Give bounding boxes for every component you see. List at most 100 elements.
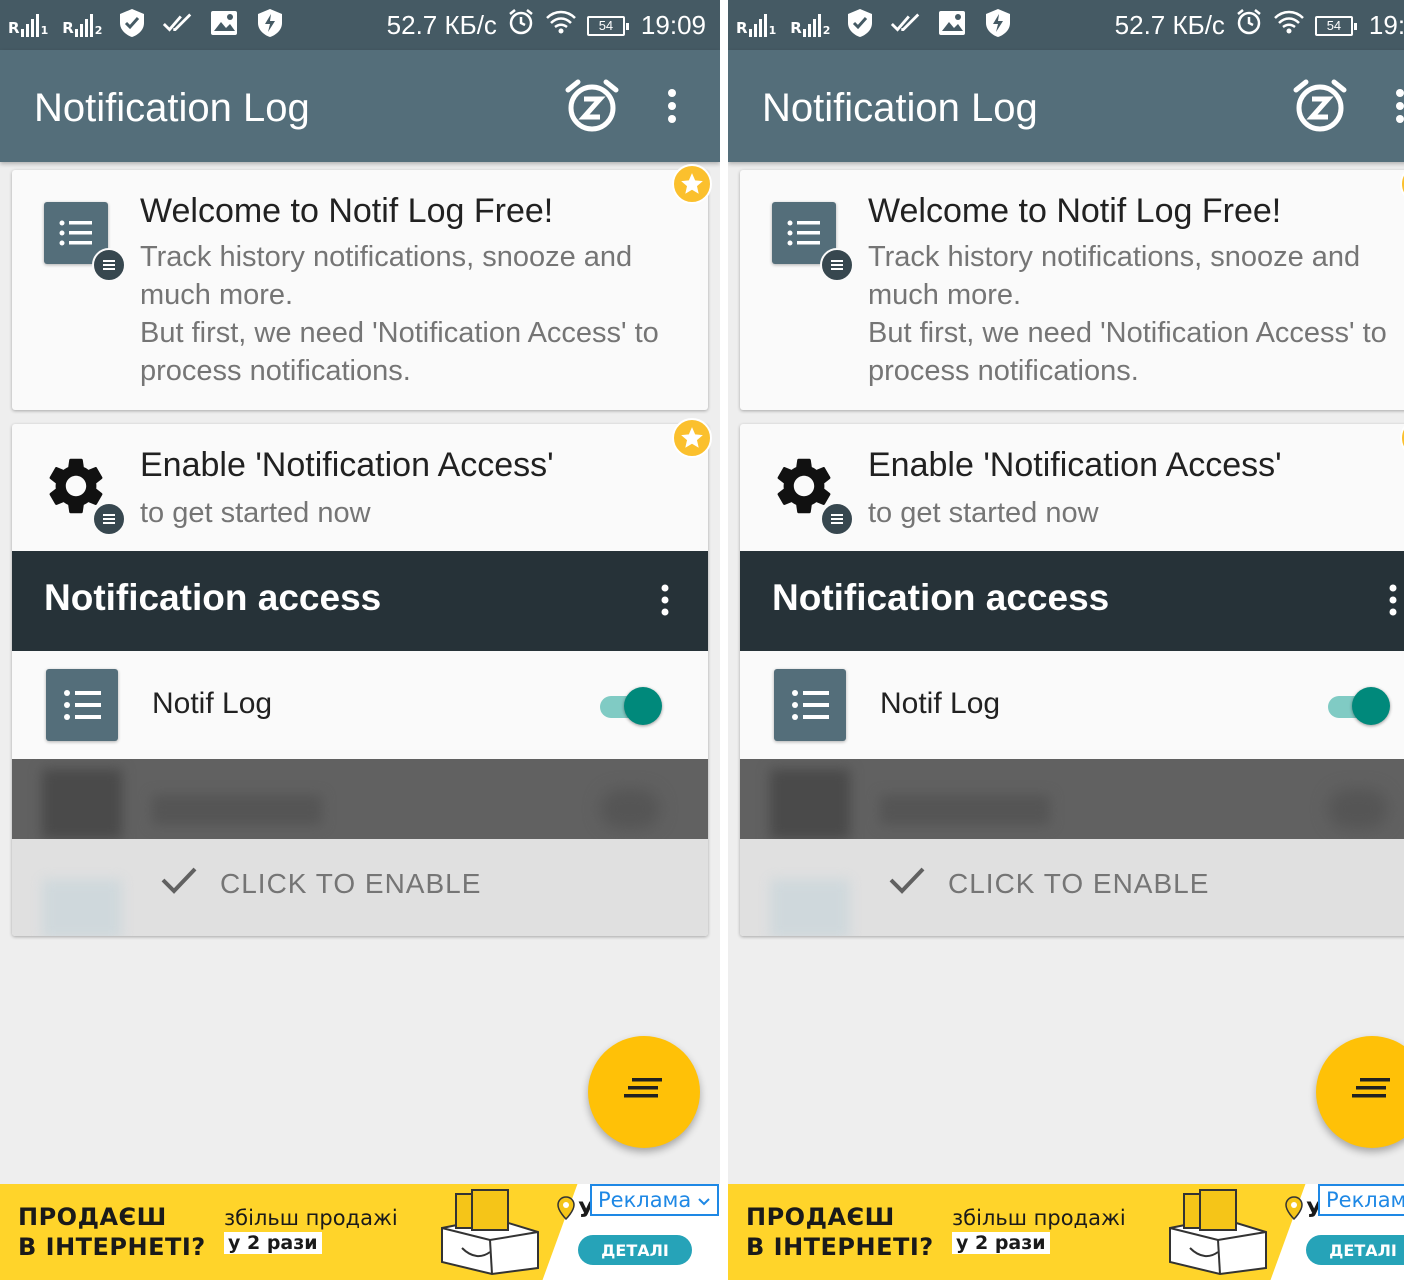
list-icon [774,669,846,741]
shield-check-icon [844,8,876,38]
battery-icon: 54 [1314,15,1357,36]
access-toggle [600,685,662,725]
more-vert-icon [1386,581,1400,621]
ad-headline-line1: ПРОДАЄШ [18,1203,167,1231]
screenshot-divider [720,0,728,1280]
battery-level: 54 [598,18,614,33]
network-speed: 52.7 КБ/с [1114,10,1225,40]
ad-subtext-highlight: у 2 рази [224,1232,322,1254]
click-to-enable-bar[interactable]: CLICK TO ENABLE [740,839,1404,936]
notif-badge-icon [92,502,126,536]
notif-log-label: Notif Log [880,687,1001,720]
click-to-enable-label: CLICK TO ENABLE [220,867,482,899]
welcome-text: Track history notifications, snooze and … [140,241,659,387]
more-vert-icon [658,581,672,621]
notif-log-label: Notif Log [152,687,273,720]
image-icon [936,8,968,38]
ad-headline: ПРОДАЄШ В ІНТЕРНЕТІ? [746,1202,934,1262]
sort-icon [624,1077,664,1107]
screen-content: R 1 R 2 [0,0,720,1280]
ad-banner[interactable]: ПРОДАЄШ В ІНТЕРНЕТІ? збільш продажі у 2 … [728,1184,1404,1280]
more-vert-icon[interactable] [1388,86,1404,126]
app-title: Notification Log [762,86,1038,130]
parcel-box-image [432,1188,548,1276]
alarm-icon [1235,8,1263,43]
clock: 19:09 [1368,10,1404,40]
shield-check-icon [116,8,148,38]
ad-subtext: збільш продажі [952,1206,1126,1230]
ad-banner[interactable]: ПРОДАЄШ В ІНТЕРНЕТІ? збільш продажі у 2 … [0,1184,720,1280]
notif-log-access-row: Notif Log [740,651,1404,759]
welcome-card[interactable]: Welcome to Notif Log Free! Track history… [12,170,708,410]
snooze-alarm-icon[interactable] [564,78,620,134]
sim1-signal-icon: R 1 [736,9,776,37]
access-toggle [1328,685,1390,725]
list-icon [46,669,118,741]
enable-title: Enable 'Notification Access' [140,446,554,484]
welcome-title: Welcome to Notif Log Free! [140,192,554,230]
chevron-down-icon [697,1188,711,1212]
enable-access-card[interactable]: Enable 'Notification Access' to get star… [740,424,1404,936]
notification-access-title: Notification access [772,577,1110,618]
location-pin-icon [1284,1196,1304,1221]
check-icon [888,865,926,902]
double-check-icon [162,8,194,38]
parcel-box-image [1160,1188,1276,1276]
ad-headline-line2: В ІНТЕРНЕТІ? [18,1233,206,1261]
bolt-shield-icon [254,8,286,38]
network-speed: 52.7 КБ/с [386,10,497,40]
alarm-icon [507,8,535,43]
enable-subtitle: to get started now [868,497,1099,529]
star-icon [672,418,712,458]
star-icon [672,164,712,204]
sort-fab-button[interactable] [588,1036,700,1148]
ad-label-badge[interactable]: Реклама [590,1184,720,1216]
notification-access-title: Notification access [44,577,382,618]
status-bar: R 1 R 2 [0,0,720,50]
app-bar: Notification Log [0,50,720,162]
click-to-enable-button[interactable]: CLICK TO ENABLE [160,865,481,902]
location-pin-icon [556,1196,576,1221]
enable-access-card[interactable]: Enable 'Notification Access' to get star… [12,424,708,936]
ad-subtext: збільш продажі [224,1206,398,1230]
battery-icon: 54 [586,15,629,36]
notif-log-access-row: Notif Log [12,651,708,759]
notification-access-header: Notification access [12,551,708,651]
image-icon [208,8,240,38]
sort-fab-button[interactable] [1316,1036,1404,1148]
notif-badge-icon [92,248,126,282]
notif-badge-icon [820,502,854,536]
ad-headline-line1: ПРОДАЄШ [746,1203,895,1231]
notification-access-header: Notification access [740,551,1404,651]
welcome-text: Track history notifications, snooze and … [868,241,1387,387]
sim2-signal-icon: R 2 [790,9,830,37]
ad-details-button[interactable]: ДЕТАЛІ [578,1235,692,1265]
clock: 19:09 [640,10,706,40]
click-to-enable-label: CLICK TO ENABLE [948,867,1210,899]
enable-subtitle: to get started now [140,497,371,529]
welcome-title: Welcome to Notif Log Free! [868,192,1282,230]
click-to-enable-button[interactable]: CLICK TO ENABLE [888,865,1209,902]
ad-headline-line2: В ІНТЕРНЕТІ? [746,1233,934,1261]
app-bar: Notification Log [728,50,1404,162]
wifi-icon [1273,9,1305,42]
ad-headline: ПРОДАЄШ В ІНТЕРНЕТІ? [18,1202,206,1262]
welcome-card[interactable]: Welcome to Notif Log Free! Track history… [740,170,1404,410]
ad-label-badge[interactable]: Реклама [1318,1184,1404,1216]
click-to-enable-bar[interactable]: CLICK TO ENABLE [12,839,708,936]
double-check-icon [890,8,922,38]
sim1-signal-icon: R 1 [8,9,48,37]
app-title: Notification Log [34,86,310,130]
status-bar: R 1 R 2 [728,0,1404,50]
more-vert-icon[interactable] [660,86,684,126]
battery-level: 54 [1326,18,1342,33]
snooze-alarm-icon[interactable] [1292,78,1348,134]
ad-subtext-highlight: у 2 рази [952,1232,1050,1254]
ad-details-button[interactable]: ДЕТАЛІ [1306,1235,1404,1265]
enable-title: Enable 'Notification Access' [868,446,1282,484]
check-icon [160,865,198,902]
sort-icon [1352,1077,1392,1107]
ad-label-text: Реклама [598,1188,692,1212]
screen-content: R 1 R 2 [728,0,1404,1280]
blurred-list-preview [12,759,708,839]
